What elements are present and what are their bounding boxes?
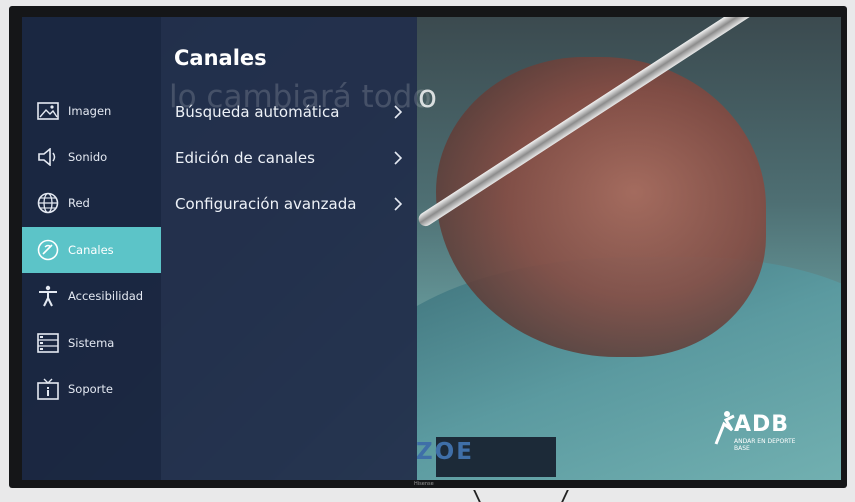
sidebar-item-accesibilidad[interactable]: Accesibilidad — [22, 273, 161, 319]
logo-subtitle: ANDAR EN DEPORTE BASE — [734, 438, 796, 452]
support-tv-icon — [36, 377, 60, 401]
menu-item-edicion-canales[interactable]: Edición de canales — [161, 138, 417, 178]
antenna-icon — [36, 238, 60, 262]
system-icon — [36, 331, 60, 355]
menu-item-label: Edición de canales — [175, 149, 315, 167]
menu-item-busqueda-automatica[interactable]: Búsqueda automática — [161, 92, 417, 132]
sidebar-item-canales[interactable]: Canales — [22, 227, 161, 273]
tv-screen: ZOE ADB ANDAR EN DEPORTE BASE Imagen Son… — [22, 17, 841, 480]
page-title: Canales — [174, 46, 267, 70]
channels-panel: lo cambiará todo Canales Búsqueda automá… — [161, 17, 431, 480]
sidebar-item-soporte[interactable]: Soporte — [22, 366, 161, 412]
menu-item-configuracion-avanzada[interactable]: Configuración avanzada — [161, 184, 417, 224]
logo-figure-icon — [714, 411, 735, 445]
background-caption-end: o — [418, 79, 437, 115]
sidebar-item-imagen[interactable]: Imagen — [22, 88, 161, 134]
image-icon — [36, 99, 60, 123]
accessibility-icon — [36, 284, 60, 308]
logo-text: ADB — [734, 412, 790, 437]
car-badge: ZOE — [416, 439, 474, 465]
sidebar-item-label: Sistema — [68, 336, 115, 350]
tv-brand: Hisense — [414, 481, 434, 487]
sidebar-item-label: Canales — [68, 243, 114, 257]
settings-sidebar: Imagen Sonido Red Canales Accesibilidad — [22, 17, 161, 480]
sidebar-item-label: Sonido — [68, 150, 108, 164]
background-video: ZOE ADB ANDAR EN DEPORTE BASE — [416, 17, 841, 480]
sidebar-item-red[interactable]: Red — [22, 180, 161, 226]
tv-stand-left — [473, 490, 499, 502]
sidebar-item-label: Red — [68, 196, 90, 210]
chevron-right-icon — [387, 151, 409, 165]
menu-item-label: Configuración avanzada — [175, 195, 357, 213]
sidebar-item-label: Imagen — [68, 104, 112, 118]
sidebar-item-label: Soporte — [68, 382, 113, 396]
sidebar-item-label: Accesibilidad — [68, 289, 144, 303]
menu-item-label: Búsqueda automática — [175, 103, 340, 121]
channel-logo: ADB ANDAR EN DEPORTE BASE — [714, 410, 795, 455]
chevron-right-icon — [387, 105, 409, 119]
sidebar-item-sonido[interactable]: Sonido — [22, 134, 161, 180]
speaker-icon — [36, 145, 60, 169]
sidebar-item-sistema[interactable]: Sistema — [22, 320, 161, 366]
chevron-right-icon — [387, 197, 409, 211]
globe-icon — [36, 191, 60, 215]
tv-stand-right — [543, 490, 569, 502]
